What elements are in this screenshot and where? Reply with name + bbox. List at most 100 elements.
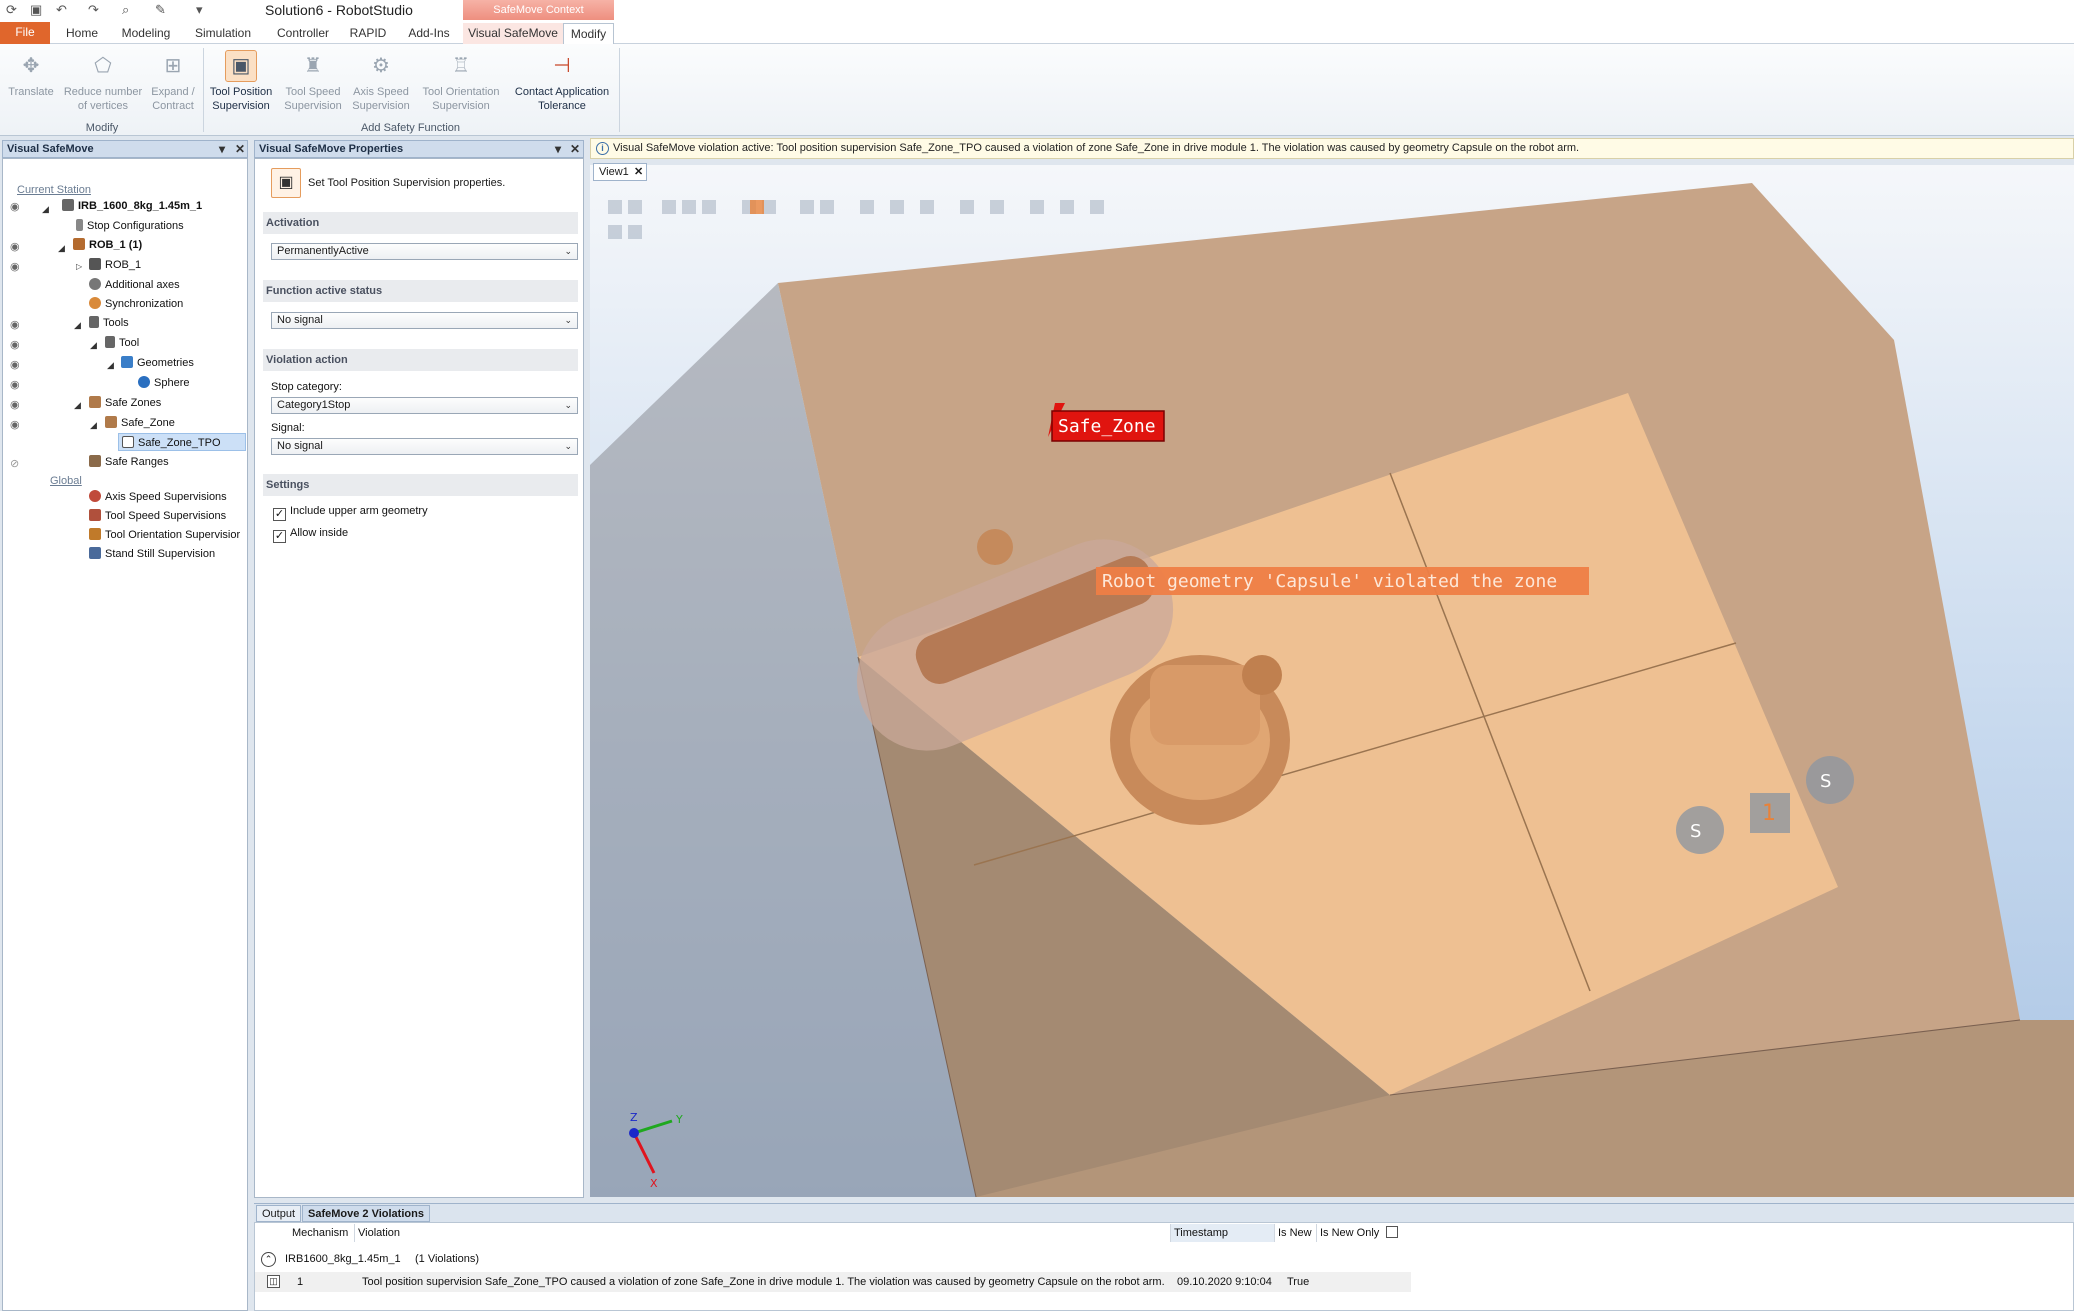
tab-modeling[interactable]: Modeling [113,23,179,44]
tree-tool[interactable]: Tool [105,334,139,352]
tree-global[interactable]: Global [50,472,82,490]
collapse-icon[interactable]: ◢ [74,400,81,411]
info-icon: i [596,142,609,155]
axis-z-label: Z [630,1111,638,1124]
collapse-icon[interactable]: ◢ [74,320,81,331]
tab-simulation[interactable]: Simulation [186,23,260,44]
eye-icon[interactable]: ◉ [10,240,20,253]
tab-controller[interactable]: Controller [268,23,338,44]
allow-inside-checkbox[interactable]: ✓ Allow inside [273,527,348,543]
tab-output[interactable]: Output [256,1205,302,1222]
tree-stand-still-supervision[interactable]: Stand Still Supervision [89,545,215,563]
tree-safe-zone-tpo[interactable]: Safe_Zone_TPO [118,433,246,451]
tab-rapid[interactable]: RAPID [346,23,390,44]
function-status-dropdown[interactable]: No signal ⌄ [271,312,578,329]
eye-icon[interactable]: ◉ [10,260,20,273]
eye-icon[interactable]: ◉ [10,398,20,411]
stop-category-dropdown[interactable]: Category1Stop ⌄ [271,397,578,414]
close-icon[interactable]: ✕ [634,164,643,180]
tree-safe-zone[interactable]: Safe_Zone [105,414,175,432]
expand-icon[interactable]: ▷ [76,262,82,271]
activation-dropdown[interactable]: PermanentlyActive ⌄ [271,243,578,260]
column-header-is-new[interactable]: Is New [1275,1224,1317,1242]
tool-speed-supervision-button[interactable]: ♜ Tool Speed Supervision [278,50,348,120]
zoom-icon[interactable]: ⌕ [122,2,129,18]
signal-label: Signal: [271,422,305,434]
sphere-icon [138,376,150,388]
tree-tool-speed-supervisions[interactable]: Tool Speed Supervisions [89,507,226,525]
translate-button[interactable]: ✥ Translate [4,50,58,120]
eye-icon[interactable]: ◉ [10,318,20,331]
3d-viewport[interactable]: S 1 S Safe_Zone Robot geometry 'Capsule'… [590,165,2074,1197]
collapse-icon[interactable]: ◢ [90,340,97,351]
eye-icon[interactable]: ◉ [10,358,20,371]
undo-icon[interactable]: ↶ [56,2,67,18]
column-header-mechanism[interactable]: Mechanism [289,1224,355,1242]
tool-orientation-supervision-button[interactable]: ♖ Tool Orientation Supervision [414,50,508,120]
stand-still-icon [89,547,101,559]
tree-tools[interactable]: Tools [89,314,129,332]
tab-file[interactable]: File [0,22,50,44]
column-header-is-new-only[interactable]: Is New Only [1317,1224,1405,1242]
eye-icon[interactable]: ◉ [10,378,20,391]
tool-position-icon: ▣ [271,168,301,198]
mode-icon-2[interactable]: 1 [1762,801,1776,826]
collapse-icon[interactable]: ◢ [42,204,49,215]
tree-stop-configurations[interactable]: Stop Configurations [76,217,184,235]
tpo-icon: ◫ [267,1275,280,1288]
axis-speed-icon [89,490,101,502]
mode-icon-3[interactable]: S [1820,771,1831,792]
tree-axis-speed-supervisions[interactable]: Axis Speed Supervisions [89,488,227,506]
column-header-timestamp[interactable]: Timestamp [1171,1224,1275,1242]
safe-ranges-icon [89,455,101,467]
visual-safemove-panel-header: Visual SafeMove ▾ ✕ [2,140,248,158]
collapse-icon[interactable]: ◢ [90,420,97,431]
tab-view1[interactable]: View1 ✕ [593,163,647,181]
tab-visual-safemove[interactable]: Visual SafeMove [463,23,563,44]
column-header-violation[interactable]: Violation [355,1224,1171,1242]
violations-table: Mechanism Violation Timestamp Is New Is … [254,1222,2074,1311]
scene-svg: S 1 S Safe_Zone Robot geometry 'Capsule'… [590,183,2074,1197]
ribbon: ✥ Translate ⬠ Reduce number of vertices … [0,44,2074,136]
tree-geometries[interactable]: Geometries [121,354,194,372]
checkmark-icon: ✓ [273,530,286,543]
reduce-vertices-button[interactable]: ⬠ Reduce number of vertices [60,50,146,120]
tree-tool-orientation-supervision[interactable]: Tool Orientation Supervisior [89,526,240,544]
include-upper-arm-checkbox[interactable]: ✓ Include upper arm geometry [273,505,428,521]
collapse-icon[interactable]: ◢ [58,243,65,254]
tab-home[interactable]: Home [57,23,107,44]
panel-close-icon[interactable]: ✕ [235,141,245,157]
panel-close-icon[interactable]: ✕ [570,141,580,157]
panel-menu-icon[interactable]: ▾ [555,141,561,157]
eye-icon[interactable]: ◉ [10,200,20,213]
tree-additional-axes[interactable]: Additional axes [89,276,180,294]
app-icon[interactable]: ⟳ [6,2,17,18]
is-new-only-checkbox[interactable] [1386,1226,1399,1238]
expand-contract-button[interactable]: ⊞ Expand / Contract [146,50,200,120]
measure-icon[interactable]: ✎ [155,2,166,18]
mode-icon-1[interactable]: S [1690,821,1701,842]
tree-synchronization[interactable]: Synchronization [89,295,183,313]
save-icon[interactable]: ▣ [30,2,42,18]
tree-safe-zones[interactable]: Safe Zones [89,394,161,412]
eye-icon[interactable]: ◉ [10,418,20,431]
tree-irb-station[interactable]: IRB_1600_8kg_1.45m_1 [62,197,202,215]
customize-icon[interactable]: ▾ [196,2,203,18]
tab-modify[interactable]: Modify [563,23,614,45]
axis-speed-supervision-button[interactable]: ⚙ Axis Speed Supervision [348,50,414,120]
eye-hidden-icon[interactable]: ⊘ [10,457,19,470]
eye-icon[interactable]: ◉ [10,338,20,351]
tree-rob1[interactable]: ROB_1 [89,256,141,274]
tab-add-ins[interactable]: Add-Ins [398,23,460,44]
collapse-icon[interactable]: ◢ [107,360,114,371]
tool-position-supervision-button[interactable]: ▣ Tool Position Supervision [205,50,277,120]
tree-safe-ranges[interactable]: Safe Ranges [89,453,169,471]
tab-safemove-violations[interactable]: SafeMove 2 Violations [302,1205,430,1222]
redo-icon[interactable]: ↷ [88,2,99,18]
signal-dropdown[interactable]: No signal ⌄ [271,438,578,455]
panel-menu-icon[interactable]: ▾ [219,141,225,157]
tree-rob1-parent[interactable]: ROB_1 (1) [73,236,142,254]
contact-application-tolerance-button[interactable]: ⊣ Contact Application Tolerance [508,50,616,120]
collapse-group-icon[interactable]: ⌃ [261,1252,276,1267]
tree-sphere[interactable]: Sphere [138,374,189,392]
